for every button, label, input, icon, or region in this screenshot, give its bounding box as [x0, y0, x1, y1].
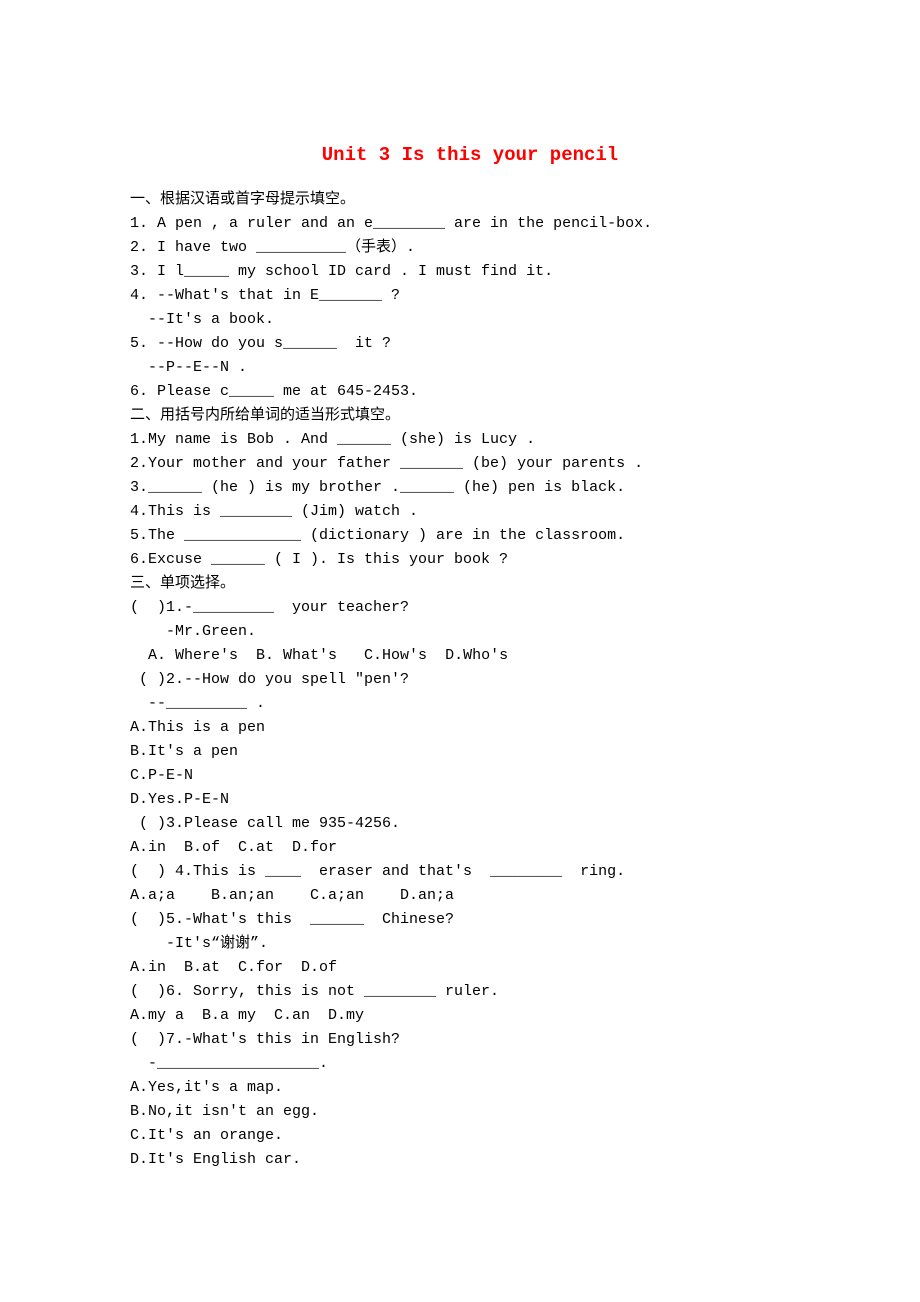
- content-line: A. Where's B. What's C.How's D.Who's: [130, 644, 810, 668]
- content-line: 6.Excuse ______ ( I ). Is this your book…: [130, 548, 810, 572]
- content-line: C.P-E-N: [130, 764, 810, 788]
- content-line: 3. I l_____ my school ID card . I must f…: [130, 260, 810, 284]
- content-line: A.a;a B.an;an C.a;an D.an;a: [130, 884, 810, 908]
- content-line: 4.This is ________ (Jim) watch .: [130, 500, 810, 524]
- content-line: A.in B.at C.for D.of: [130, 956, 810, 980]
- content-line: A.in B.of C.at D.for: [130, 836, 810, 860]
- content-line: 2.Your mother and your father _______ (b…: [130, 452, 810, 476]
- worksheet-page: Unit 3 Is this your pencil 一、根据汉语或首字母提示填…: [0, 0, 920, 1302]
- content-line: 二、用括号内所给单词的适当形式填空。: [130, 404, 810, 428]
- content-line: ( )3.Please call me 935-4256.: [130, 812, 810, 836]
- content-block: 一、根据汉语或首字母提示填空。1. A pen , a ruler and an…: [130, 188, 810, 1172]
- content-line: 4. --What's that in E_______ ?: [130, 284, 810, 308]
- content-line: C.It's an orange.: [130, 1124, 810, 1148]
- content-line: 1.My name is Bob . And ______ (she) is L…: [130, 428, 810, 452]
- content-line: 3.______ (he ) is my brother .______ (he…: [130, 476, 810, 500]
- content-line: -__________________.: [130, 1052, 810, 1076]
- content-line: ( )1.-_________ your teacher?: [130, 596, 810, 620]
- content-line: 5. --How do you s______ it ?: [130, 332, 810, 356]
- content-line: 5.The _____________ (dictionary ) are in…: [130, 524, 810, 548]
- content-line: A.This is a pen: [130, 716, 810, 740]
- content-line: 一、根据汉语或首字母提示填空。: [130, 188, 810, 212]
- page-title: Unit 3 Is this your pencil: [130, 140, 810, 170]
- content-line: --It's a book.: [130, 308, 810, 332]
- content-line: ( )5.-What's this ______ Chinese?: [130, 908, 810, 932]
- content-line: 2. I have two __________（手表）.: [130, 236, 810, 260]
- content-line: ( )6. Sorry, this is not ________ ruler.: [130, 980, 810, 1004]
- content-line: D.It's English car.: [130, 1148, 810, 1172]
- content-line: B.It's a pen: [130, 740, 810, 764]
- content-line: ( ) 4.This is ____ eraser and that's ___…: [130, 860, 810, 884]
- content-line: A.Yes,it's a map.: [130, 1076, 810, 1100]
- content-line: 6. Please c_____ me at 645-2453.: [130, 380, 810, 404]
- content-line: 1. A pen , a ruler and an e________ are …: [130, 212, 810, 236]
- content-line: --P--E--N .: [130, 356, 810, 380]
- content-line: A.my a B.a my C.an D.my: [130, 1004, 810, 1028]
- content-line: ( )7.-What's this in English?: [130, 1028, 810, 1052]
- content-line: -Mr.Green.: [130, 620, 810, 644]
- content-line: D.Yes.P-E-N: [130, 788, 810, 812]
- content-line: 三、单项选择。: [130, 572, 810, 596]
- content-line: B.No,it isn't an egg.: [130, 1100, 810, 1124]
- content-line: ( )2.--How do you spell "pen'?: [130, 668, 810, 692]
- content-line: --_________ .: [130, 692, 810, 716]
- content-line: -It's“谢谢”.: [130, 932, 810, 956]
